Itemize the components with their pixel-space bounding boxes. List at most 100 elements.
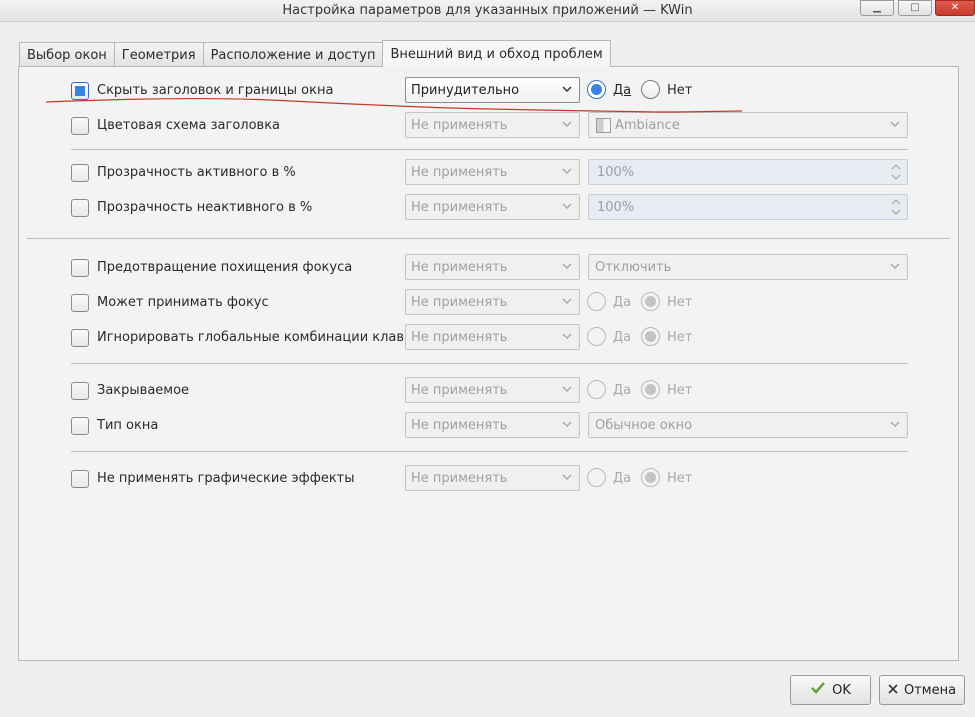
hide-titlebar-yes-label: Да bbox=[613, 83, 632, 98]
row-no-effects: Не применять графические эффекты Не прим… bbox=[19, 465, 960, 491]
inactive-opacity-value: 100% bbox=[597, 200, 635, 215]
tab-window-matching[interactable]: Выбор окон bbox=[19, 42, 115, 67]
focus-stealing-level-select[interactable]: Отключить bbox=[588, 254, 908, 280]
close-icon bbox=[888, 682, 898, 698]
chevron-down-icon bbox=[890, 121, 900, 128]
row-ignore-shortcuts: Игнорировать глобальные комбинации клави… bbox=[19, 324, 960, 350]
hide-titlebar-policy-select[interactable]: Принудительно bbox=[405, 77, 580, 103]
accept-focus-yes-label: Да bbox=[613, 295, 632, 310]
active-opacity-spinbox[interactable]: 100% bbox=[588, 159, 908, 185]
cancel-button-label: Отмена bbox=[903, 682, 957, 698]
row-inactive-opacity: Прозрачность неактивного в % Не применят… bbox=[19, 194, 960, 220]
row-focus-stealing: Предотвращение похищения фокуса Не приме… bbox=[19, 254, 960, 280]
no-effects-yes-radio[interactable] bbox=[587, 468, 606, 487]
titlebar-color-policy-select[interactable]: Не применять bbox=[405, 112, 580, 138]
closeable-checkbox[interactable] bbox=[71, 382, 89, 400]
chevron-down-icon bbox=[890, 263, 900, 270]
tab-arrangement-access[interactable]: Расположение и доступ bbox=[202, 42, 384, 67]
ignore-shortcuts-yes-label: Да bbox=[613, 330, 632, 345]
chevron-down-icon bbox=[562, 263, 572, 270]
minimize-button[interactable]: ▁ bbox=[860, 0, 894, 16]
chevron-down-icon bbox=[562, 474, 572, 481]
window-type-policy-select[interactable]: Не применять bbox=[405, 412, 580, 438]
window-type-select[interactable]: Обычное окно bbox=[588, 412, 908, 438]
closeable-no-label: Нет bbox=[667, 383, 693, 398]
no-effects-checkbox[interactable] bbox=[71, 470, 89, 488]
close-window-button[interactable]: ✕ bbox=[935, 0, 975, 16]
no-effects-policy-select[interactable]: Не применять bbox=[405, 465, 580, 491]
row-accept-focus: Может принимать фокус Не применять Да Не… bbox=[19, 289, 960, 315]
inactive-opacity-policy-select[interactable]: Не применять bbox=[405, 194, 580, 220]
window-type-label: Тип окна bbox=[97, 418, 159, 433]
focus-stealing-checkbox[interactable] bbox=[71, 259, 89, 277]
chevron-down-icon bbox=[562, 421, 572, 428]
focus-stealing-label: Предотвращение похищения фокуса bbox=[97, 260, 353, 275]
inactive-opacity-checkbox[interactable] bbox=[71, 199, 89, 217]
ignore-shortcuts-yes-radio[interactable] bbox=[587, 327, 606, 346]
inactive-opacity-policy-value: Не применять bbox=[411, 200, 508, 215]
no-effects-no-radio[interactable] bbox=[641, 468, 660, 487]
closeable-no-radio[interactable] bbox=[641, 380, 660, 399]
hide-titlebar-policy-value: Принудительно bbox=[411, 83, 520, 98]
tab-appearance-fixes[interactable]: Внешний вид и обход проблем bbox=[382, 40, 611, 67]
accept-focus-policy-select[interactable]: Не применять bbox=[405, 289, 580, 315]
ignore-shortcuts-no-radio[interactable] bbox=[641, 327, 660, 346]
active-opacity-checkbox[interactable] bbox=[71, 164, 89, 182]
accept-focus-policy-value: Не применять bbox=[411, 295, 508, 310]
titlebar-color-label: Цветовая схема заголовка bbox=[97, 118, 281, 133]
closeable-yes-radio[interactable] bbox=[587, 380, 606, 399]
closeable-policy-select[interactable]: Не применять bbox=[405, 377, 580, 403]
ok-button-label: OK bbox=[832, 682, 851, 698]
hide-titlebar-yes-radio[interactable] bbox=[587, 80, 606, 99]
section-separator bbox=[27, 238, 950, 239]
ignore-shortcuts-no-label: Нет bbox=[667, 330, 693, 345]
chevron-down-icon bbox=[562, 298, 572, 305]
window-titlebar: Настройка параметров для указанных прило… bbox=[0, 0, 975, 22]
spin-arrows-icon bbox=[891, 199, 901, 215]
active-opacity-policy-select[interactable]: Не применять bbox=[405, 159, 580, 185]
no-effects-policy-value: Не применять bbox=[411, 471, 508, 486]
tab-bar: Выбор окон Геометрия Расположение и дост… bbox=[19, 40, 611, 67]
ignore-shortcuts-policy-value: Не применять bbox=[411, 330, 508, 345]
closeable-label: Закрываемое bbox=[97, 383, 190, 398]
ok-button[interactable]: OK bbox=[790, 675, 871, 705]
tab-geometry[interactable]: Геометрия bbox=[113, 42, 204, 67]
focus-stealing-policy-select[interactable]: Не применять bbox=[405, 254, 580, 280]
row-active-opacity: Прозрачность активного в % Не применять … bbox=[19, 159, 960, 185]
no-effects-yes-label: Да bbox=[613, 471, 632, 486]
chevron-down-icon bbox=[562, 203, 572, 210]
titlebar-color-checkbox[interactable] bbox=[71, 117, 89, 135]
chevron-down-icon bbox=[562, 386, 572, 393]
color-scheme-select[interactable]: Ambiance bbox=[588, 112, 908, 138]
row-titlebar-color: Цветовая схема заголовка Не применять Am… bbox=[19, 112, 960, 138]
tab-panel-appearance: Скрыть заголовок и границы окна Принудит… bbox=[18, 66, 959, 661]
accept-focus-checkbox[interactable] bbox=[71, 294, 89, 312]
accept-focus-yes-radio[interactable] bbox=[587, 292, 606, 311]
titlebar-color-policy-value: Не применять bbox=[411, 118, 508, 133]
maximize-button[interactable]: □ bbox=[898, 0, 932, 16]
color-scheme-value: Ambiance bbox=[615, 118, 680, 133]
hide-titlebar-checkbox[interactable] bbox=[71, 82, 89, 100]
active-opacity-policy-value: Не применять bbox=[411, 165, 508, 180]
cancel-button[interactable]: Отмена bbox=[879, 675, 965, 705]
row-hide-titlebar: Скрыть заголовок и границы окна Принудит… bbox=[19, 77, 960, 103]
focus-stealing-level-value: Отключить bbox=[595, 260, 672, 275]
window-type-policy-value: Не применять bbox=[411, 418, 508, 433]
color-scheme-icon bbox=[596, 118, 611, 133]
inactive-opacity-label: Прозрачность неактивного в % bbox=[97, 200, 313, 215]
inactive-opacity-spinbox[interactable]: 100% bbox=[588, 194, 908, 220]
ignore-shortcuts-checkbox[interactable] bbox=[71, 329, 89, 347]
chevron-down-icon bbox=[890, 421, 900, 428]
accept-focus-label: Может принимать фокус bbox=[97, 295, 269, 310]
active-opacity-value: 100% bbox=[597, 165, 635, 180]
chevron-down-icon bbox=[562, 333, 572, 340]
checkmark-icon bbox=[810, 681, 826, 699]
accept-focus-no-radio[interactable] bbox=[641, 292, 660, 311]
separator bbox=[71, 363, 908, 364]
hide-titlebar-no-radio[interactable] bbox=[641, 80, 660, 99]
chevron-down-icon bbox=[562, 168, 572, 175]
no-effects-label: Не применять графические эффекты bbox=[97, 471, 355, 486]
ignore-shortcuts-policy-select[interactable]: Не применять bbox=[405, 324, 580, 350]
window-type-checkbox[interactable] bbox=[71, 417, 89, 435]
row-closeable: Закрываемое Не применять Да Нет bbox=[19, 377, 960, 403]
